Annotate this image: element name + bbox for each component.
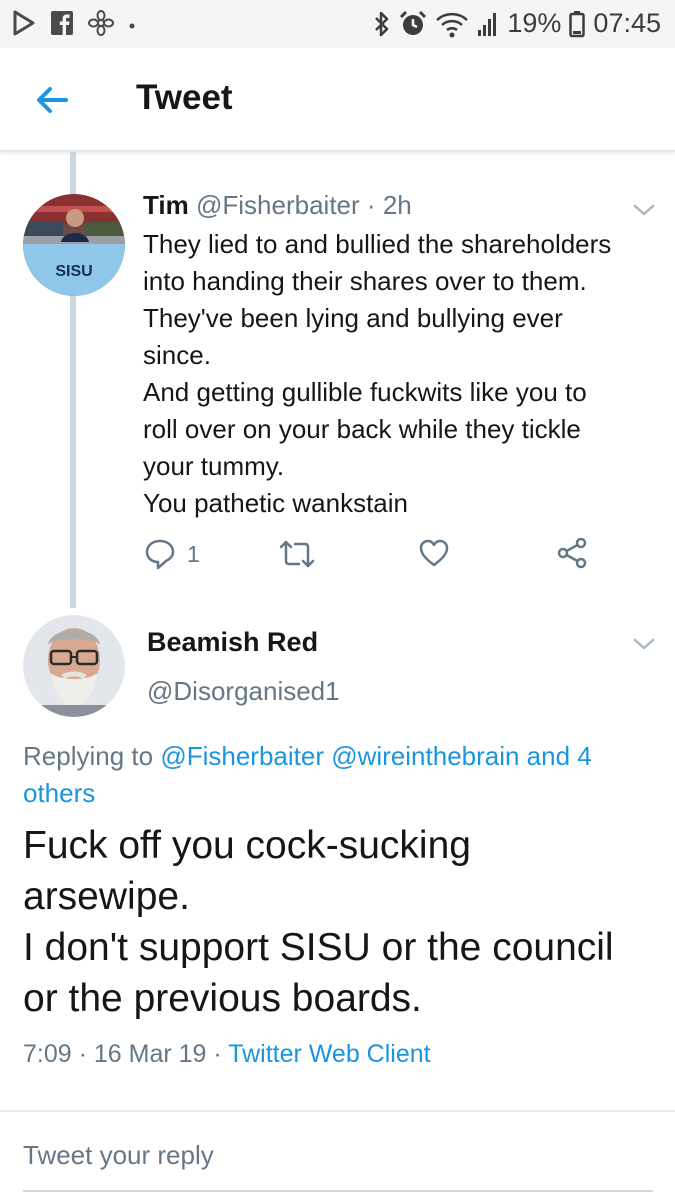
tweet-text-line: or the previous boards. [23,977,422,1020]
reply-button[interactable]: 1 [143,537,200,571]
tweet-text-line: They've been lying and bullying ever [143,303,563,333]
author-handle[interactable]: @Fisherbaiter [196,190,360,220]
signal-icon [478,12,497,36]
page-title: Tweet [136,78,233,117]
battery-percent: 19% [507,8,562,38]
tweet-text: Fuck off you cock-sucking arsewipe. I do… [23,820,663,1024]
wifi-icon [436,12,469,37]
tweet-text-line: into handing their shares over to them. [143,266,587,296]
tweet-text-line: You pathetic wankstain [143,488,409,518]
facebook-icon [51,11,73,35]
author-name[interactable]: Beamish Red [147,627,318,658]
alarm-icon [400,10,427,35]
tweet-text: They lied to and bullied the shareholder… [143,226,663,522]
tweet-timestamp: 7:09 · 16 Mar 19 · [23,1040,222,1068]
reply-count: 1 [187,540,200,567]
tweet-meta: 7:09 · 16 Mar 19 · Twitter Web Client [23,1040,431,1069]
tweet-client[interactable]: Twitter Web Client [228,1040,430,1068]
back-button[interactable] [30,78,74,122]
share-icon [557,537,587,569]
battery-icon [569,10,586,37]
tweet-actions: 1 [0,537,675,577]
dot-icon [129,23,135,29]
avatar[interactable]: SISU [23,194,125,296]
chevron-down-icon[interactable] [632,636,656,652]
bluetooth-icon [375,11,389,36]
replying-others[interactable]: others [23,778,95,808]
reply-input[interactable]: Tweet your reply [23,1140,214,1171]
avatar-image [23,615,125,717]
tweet-text-line: since. [143,340,211,370]
status-bar: 19% 07:45 [0,0,675,48]
clock: 07:45 [593,8,661,38]
avatar-sign-text: SISU [55,263,92,280]
divider [23,1190,653,1192]
tweet-text-line: arsewipe. [23,875,190,918]
retweet-icon [279,540,315,568]
replying-to: Replying to @Fisherbaiter @wireinthebrai… [23,738,653,812]
tweet-text-line: Fuck off you cock-sucking [23,824,471,867]
author-handle[interactable]: @Disorganised1 [147,676,340,707]
like-icon [419,539,449,567]
avatar-image: SISU [23,194,125,296]
share-button[interactable] [556,537,588,569]
back-arrow-icon [37,87,68,113]
separator: · [366,190,376,220]
tweet-text-line: roll over on your back while they tickle [143,414,581,444]
avatar[interactable] [23,615,125,717]
like-button[interactable] [418,537,450,569]
tweet-text-line: They lied to and bullied the shareholder… [143,229,612,259]
tweet-text-line: I don't support SISU or the council [23,926,614,969]
tweet-time[interactable]: 2h [383,190,412,220]
play-store-icon [13,10,35,36]
retweet-button[interactable] [278,537,316,571]
chevron-down-icon[interactable] [632,202,656,218]
app-bar: Tweet [0,48,675,152]
tweet-header: Tim @Fisherbaiter · 2h [143,190,412,221]
replying-mentions[interactable]: @Fisherbaiter @wireinthebrain and 4 [160,741,591,771]
tweet-text-line: your tummy. [143,451,285,481]
divider [0,1110,675,1112]
fan-icon [88,10,114,36]
tweet-text-line: And getting gullible fuckwits like you t… [143,377,587,407]
replying-prefix: Replying to [23,741,154,771]
author-name[interactable]: Tim [143,190,189,220]
reply-icon [145,539,175,570]
